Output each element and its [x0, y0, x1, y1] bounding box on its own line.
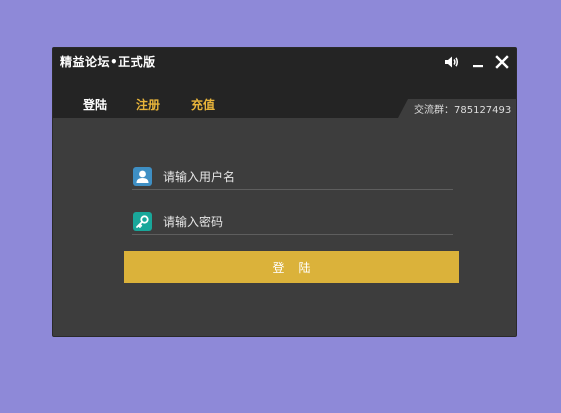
- login-window: 精益论坛•正式版 登陆 注册 充值 交流群：785127493 请输入用户名 登…: [52, 47, 517, 337]
- username-field: [132, 165, 453, 190]
- close-icon[interactable]: [493, 53, 511, 71]
- username-input[interactable]: [163, 166, 449, 188]
- tab-register[interactable]: 注册: [136, 96, 160, 113]
- tab-login[interactable]: 登陆: [83, 96, 107, 113]
- login-button[interactable]: 登陆: [124, 251, 459, 283]
- minimize-icon[interactable]: [469, 53, 487, 71]
- password-input[interactable]: [163, 211, 449, 233]
- speaker-icon[interactable]: [442, 53, 460, 71]
- user-icon: [133, 167, 152, 186]
- window-title: 精益论坛•正式版: [60, 55, 156, 69]
- group-number: 交流群：785127493: [414, 105, 512, 116]
- window-header: 精益论坛•正式版 登陆 注册 充值 交流群：785127493: [53, 48, 516, 118]
- tab-recharge[interactable]: 充值: [191, 96, 215, 113]
- group-info: 交流群：785127493: [398, 99, 516, 118]
- password-field: [132, 210, 453, 235]
- key-icon: [133, 212, 152, 231]
